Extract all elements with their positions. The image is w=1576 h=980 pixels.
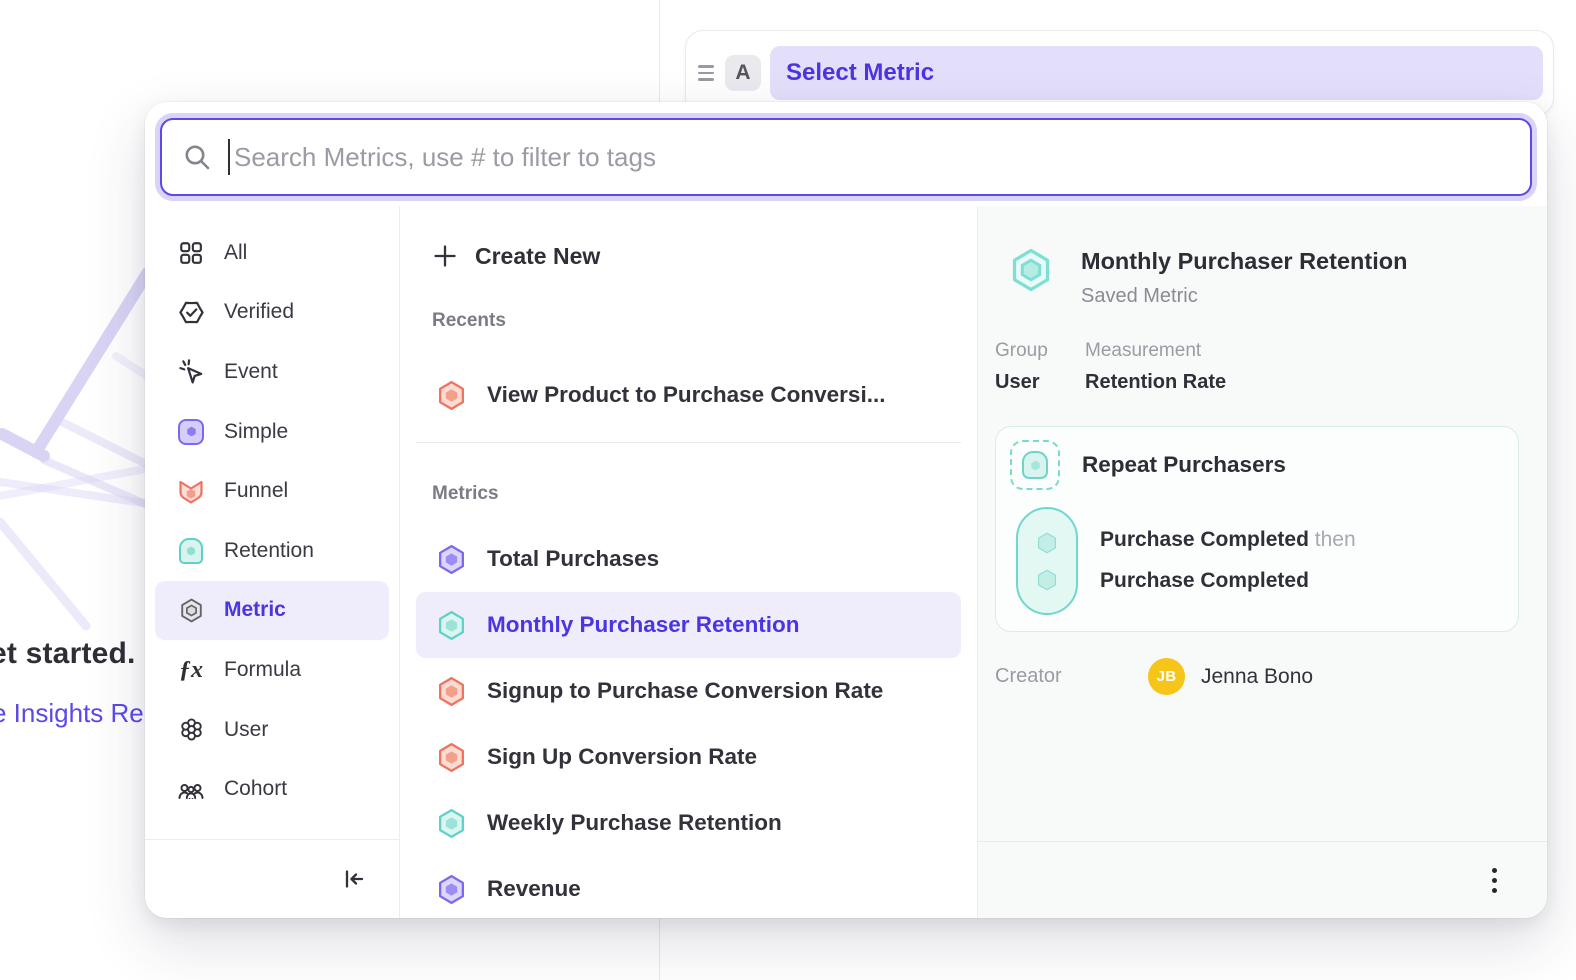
search-icon <box>182 142 212 172</box>
sidebar-item-label: Simple <box>224 420 288 444</box>
hexagon-icon <box>434 543 468 576</box>
sidebar-item-simple[interactable]: Simple <box>155 402 389 462</box>
sidebar-item-formula[interactable]: ƒx Formula <box>155 640 389 700</box>
plus-icon <box>432 243 458 269</box>
sidebar-item-label: Metric <box>224 598 286 622</box>
sidebar-item-label: User <box>224 718 268 742</box>
formula-icon: ƒx <box>177 658 205 682</box>
recent-item-label: View Product to Purchase Conversi... <box>487 382 885 408</box>
hexagon-icon <box>434 807 468 840</box>
measurement-label: Measurement <box>1085 340 1226 362</box>
metrics-header: Metrics <box>432 483 977 507</box>
retention-definition-icon <box>1010 440 1060 490</box>
step-connector: then <box>1315 528 1356 551</box>
category-sidebar: All Verified Event <box>145 206 400 918</box>
metric-item-label: Signup to Purchase Conversion Rate <box>487 678 883 704</box>
section-divider <box>416 442 961 443</box>
retention-icon <box>177 538 205 564</box>
recents-header: Recents <box>432 310 977 334</box>
group-value: User <box>995 371 1061 394</box>
create-new-label: Create New <box>475 243 600 270</box>
metric-item-label: Monthly Purchaser Retention <box>487 612 800 638</box>
text-caret <box>228 139 230 175</box>
series-a-badge: A <box>725 55 761 91</box>
detail-subtitle: Saved Metric <box>1081 285 1407 308</box>
metric-item-label: Revenue <box>487 876 581 902</box>
sidebar-item-user[interactable]: User <box>155 700 389 760</box>
metric-hexagon-icon <box>177 597 205 624</box>
user-profiles-icon <box>177 716 205 743</box>
grid-icon <box>177 240 205 266</box>
metric-meta: Group User Measurement Retention Rate <box>995 340 1226 394</box>
sidebar-item-label: Verified <box>224 300 294 324</box>
recent-item[interactable]: View Product to Purchase Conversi... <box>416 362 961 428</box>
metric-item-label: Weekly Purchase Retention <box>487 810 782 836</box>
metric-item-total-purchases[interactable]: Total Purchases <box>416 526 961 592</box>
background-heading-partial: et started. <box>0 637 136 671</box>
definition-step-1: Purchase Completed then <box>1100 519 1356 560</box>
creator-avatar: JB <box>1148 658 1185 695</box>
cursor-click-icon <box>177 358 205 385</box>
definition-title: Repeat Purchasers <box>1082 452 1286 478</box>
create-new-button[interactable]: Create New <box>400 228 977 284</box>
cohort-icon <box>177 775 205 803</box>
sidebar-item-retention[interactable]: Retention <box>155 521 389 581</box>
sidebar-item-label: All <box>224 241 247 265</box>
simple-metric-icon <box>177 419 205 445</box>
metric-item-signup-to-purchase-conversion-rate[interactable]: Signup to Purchase Conversion Rate <box>416 658 961 724</box>
sidebar-item-label: Funnel <box>224 479 288 503</box>
definition-card: Repeat Purchasers Purchase Completed the… <box>995 426 1519 632</box>
sidebar-item-label: Retention <box>224 539 314 563</box>
metric-item-weekly-purchase-retention[interactable]: Weekly Purchase Retention <box>416 790 961 856</box>
collapse-panel-icon <box>341 866 367 892</box>
sidebar-item-label: Formula <box>224 658 301 682</box>
background-insights-link-partial[interactable]: e Insights Re <box>0 698 144 729</box>
group-label: Group <box>995 340 1061 362</box>
sidebar-item-all[interactable]: All <box>155 223 389 283</box>
detail-footer <box>978 841 1547 918</box>
funnel-icon <box>177 477 205 505</box>
sidebar-item-funnel[interactable]: Funnel <box>155 461 389 521</box>
more-options-button[interactable] <box>1486 862 1503 899</box>
search-input[interactable] <box>234 142 1510 173</box>
hexagon-icon <box>434 741 468 774</box>
creator-row: Creator JB Jenna Bono <box>995 658 1475 695</box>
drag-handle-icon[interactable] <box>696 65 716 80</box>
hexagon-icon <box>434 873 468 906</box>
metric-item-label: Sign Up Conversion Rate <box>487 744 757 770</box>
background-chart-illustration <box>0 268 150 658</box>
sidebar-footer <box>145 839 399 918</box>
saved-metric-hexagon-icon <box>1007 246 1055 294</box>
creator-label: Creator <box>995 665 1148 688</box>
sidebar-item-metric[interactable]: Metric <box>155 581 389 641</box>
creator-name: Jenna Bono <box>1201 665 1313 689</box>
collapse-panel-button[interactable] <box>337 862 371 896</box>
sidebar-item-label: Cohort <box>224 777 287 801</box>
detail-title: Monthly Purchaser Retention <box>1081 246 1407 275</box>
measurement-value: Retention Rate <box>1085 371 1226 394</box>
sidebar-item-verified[interactable]: Verified <box>155 283 389 343</box>
metric-detail-panel: Monthly Purchaser Retention Saved Metric… <box>978 206 1547 918</box>
metric-picker-modal: All Verified Event <box>145 102 1547 918</box>
verified-badge-icon <box>177 299 205 326</box>
select-metric-pill[interactable]: Select Metric <box>770 46 1543 100</box>
event-sequence-capsule-icon <box>1016 507 1078 615</box>
sidebar-item-cohort[interactable]: Cohort <box>155 759 389 819</box>
hexagon-icon <box>434 379 468 412</box>
hexagon-icon <box>434 675 468 708</box>
metric-item-label: Total Purchases <box>487 546 659 572</box>
sidebar-item-label: Event <box>224 360 278 384</box>
metric-item-revenue[interactable]: Revenue <box>416 856 961 918</box>
metrics-list-panel: Create New Recents View Product to Purch… <box>400 206 978 918</box>
sidebar-item-event[interactable]: Event <box>155 342 389 402</box>
kebab-icon <box>1492 868 1497 873</box>
metric-item-monthly-purchaser-retention[interactable]: Monthly Purchaser Retention <box>416 592 961 658</box>
search-bar <box>160 118 1532 196</box>
definition-step-2: Purchase Completed <box>1100 560 1356 601</box>
metric-item-sign-up-conversion-rate[interactable]: Sign Up Conversion Rate <box>416 724 961 790</box>
hexagon-icon <box>434 609 468 642</box>
